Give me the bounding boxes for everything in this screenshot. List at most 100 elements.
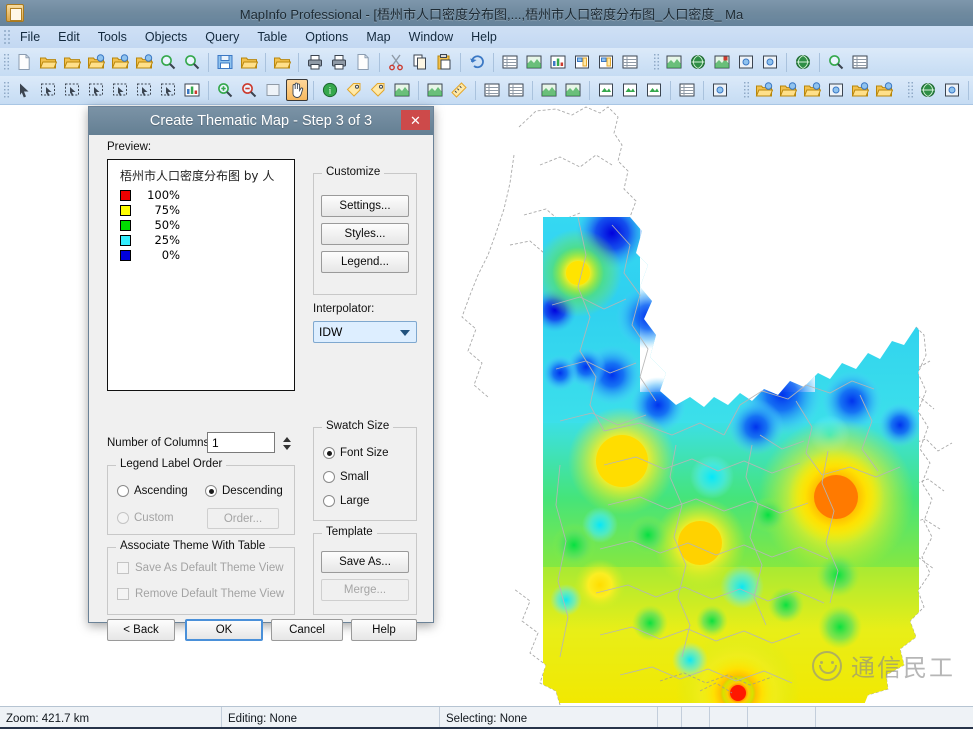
number-of-columns-stepper[interactable]	[281, 432, 293, 454]
radio-ascending[interactable]: Ascending	[117, 485, 188, 497]
main-toolbar-grip[interactable]	[3, 81, 10, 99]
dbms-tools-icon[interactable]	[873, 79, 895, 101]
save-workspace-icon[interactable]	[238, 51, 260, 73]
open-table-icon[interactable]	[37, 51, 59, 73]
region-style-icon[interactable]	[619, 79, 641, 101]
checkbox-remove-default-theme-view[interactable]: Remove Default Theme View	[117, 588, 284, 600]
new-layout-icon[interactable]	[571, 51, 593, 73]
info-icon[interactable]: i	[319, 79, 341, 101]
open-web-service-icon[interactable]	[109, 51, 131, 73]
legend-button[interactable]: Legend...	[321, 251, 409, 273]
select-all-icon[interactable]	[157, 79, 179, 101]
menu-item-options[interactable]: Options	[296, 28, 357, 46]
cancel-button[interactable]: Cancel	[271, 619, 343, 641]
disk-icon[interactable]	[759, 51, 781, 73]
open-recent-icon[interactable]	[271, 51, 293, 73]
number-of-columns-input[interactable]: 1	[207, 432, 275, 453]
layer-control-icon[interactable]	[663, 51, 685, 73]
graph-select-icon[interactable]	[181, 79, 203, 101]
select-arrow-icon[interactable]	[13, 79, 35, 101]
hotlink-icon[interactable]	[343, 79, 365, 101]
zoom-in-icon[interactable]	[214, 79, 236, 101]
boundary-select-icon[interactable]	[109, 79, 131, 101]
unlink-dbms-icon[interactable]	[801, 79, 823, 101]
radio-descending[interactable]: Descending	[205, 485, 283, 497]
new-table-icon[interactable]	[13, 51, 35, 73]
text-style-icon[interactable]	[676, 79, 698, 101]
polygon-select-icon[interactable]	[85, 79, 107, 101]
paste-icon[interactable]	[433, 51, 455, 73]
merge-button[interactable]: Merge...	[321, 579, 409, 601]
menu-item-tools[interactable]: Tools	[89, 28, 136, 46]
line-style-icon[interactable]	[643, 79, 665, 101]
statistics-icon[interactable]	[505, 79, 527, 101]
find-icon[interactable]	[157, 51, 179, 73]
toolbar-grip-handle[interactable]	[653, 53, 660, 71]
menubar-grip-handle[interactable]	[3, 29, 11, 45]
invert-selection-icon[interactable]	[133, 79, 155, 101]
save-table-icon[interactable]	[214, 51, 236, 73]
menu-item-edit[interactable]: Edit	[49, 28, 89, 46]
print-preview-icon[interactable]	[304, 51, 326, 73]
open-workspace-icon[interactable]	[61, 51, 83, 73]
grid-table-icon[interactable]	[849, 51, 871, 73]
new-browser-icon[interactable]	[499, 51, 521, 73]
ruler-icon[interactable]	[448, 79, 470, 101]
save-as-button[interactable]: Save As...	[321, 551, 409, 573]
drag-map-window-icon[interactable]	[391, 79, 413, 101]
undo-icon[interactable]	[466, 51, 488, 73]
print-icon[interactable]	[328, 51, 350, 73]
menu-item-window[interactable]: Window	[400, 28, 462, 46]
save-dbms-icon[interactable]	[849, 79, 871, 101]
find-selection-icon[interactable]	[181, 51, 203, 73]
stepper-down-icon[interactable]	[283, 444, 291, 450]
interpolator-select[interactable]: IDW	[313, 321, 417, 343]
layers-icon[interactable]	[424, 79, 446, 101]
map-query-icon[interactable]	[825, 51, 847, 73]
radio-font-size[interactable]: Font Size	[323, 447, 389, 459]
toolbar-grip-handle[interactable]	[743, 81, 750, 99]
legend-icon[interactable]	[481, 79, 503, 101]
menu-item-help[interactable]: Help	[462, 28, 506, 46]
open-universal-data-icon[interactable]	[133, 51, 155, 73]
cut-icon[interactable]	[385, 51, 407, 73]
menu-item-table[interactable]: Table	[248, 28, 296, 46]
menu-item-map[interactable]: Map	[357, 28, 399, 46]
radio-custom[interactable]: Custom	[117, 512, 174, 524]
new-mapper-icon[interactable]	[523, 51, 545, 73]
new-legend-icon[interactable]	[619, 51, 641, 73]
radius-select-icon[interactable]	[61, 79, 83, 101]
thematic-map-icon[interactable]	[711, 51, 733, 73]
menu-item-objects[interactable]: Objects	[136, 28, 196, 46]
stepper-up-icon[interactable]	[283, 436, 291, 442]
checkbox-save-default-theme-view[interactable]: Save As Default Theme View	[117, 562, 284, 574]
styles-button[interactable]: Styles...	[321, 223, 409, 245]
clip-region-off-icon[interactable]	[562, 79, 584, 101]
globe-run-icon[interactable]	[792, 51, 814, 73]
add-to-map-icon[interactable]	[709, 79, 731, 101]
make-editable-icon[interactable]	[825, 79, 847, 101]
help-button[interactable]: Help	[351, 619, 417, 641]
zoom-out-icon[interactable]	[238, 79, 260, 101]
back-button[interactable]: < Back	[107, 619, 175, 641]
close-icon[interactable]: ✕	[401, 110, 430, 130]
symbol-style-icon[interactable]	[595, 79, 617, 101]
open-dbms-table-icon[interactable]	[85, 51, 107, 73]
radio-small[interactable]: Small	[323, 471, 369, 483]
settings-button[interactable]: Settings...	[321, 195, 409, 217]
menu-item-file[interactable]: File	[11, 28, 49, 46]
earth-globe-icon[interactable]	[687, 51, 709, 73]
ok-button[interactable]: OK	[185, 619, 263, 641]
label-icon[interactable]	[367, 79, 389, 101]
refresh-dbms-icon[interactable]	[777, 79, 799, 101]
order-button[interactable]: Order...	[207, 508, 279, 529]
pan-hand-icon[interactable]	[286, 79, 308, 101]
menu-item-query[interactable]: Query	[196, 28, 248, 46]
set-clip-region-icon[interactable]	[538, 79, 560, 101]
radio-large[interactable]: Large	[323, 495, 369, 507]
change-view-icon[interactable]	[262, 79, 284, 101]
copy-icon[interactable]	[409, 51, 431, 73]
new-redistrict-icon[interactable]	[595, 51, 617, 73]
create-points-icon[interactable]	[735, 51, 757, 73]
open-dbms-icon[interactable]	[753, 79, 775, 101]
